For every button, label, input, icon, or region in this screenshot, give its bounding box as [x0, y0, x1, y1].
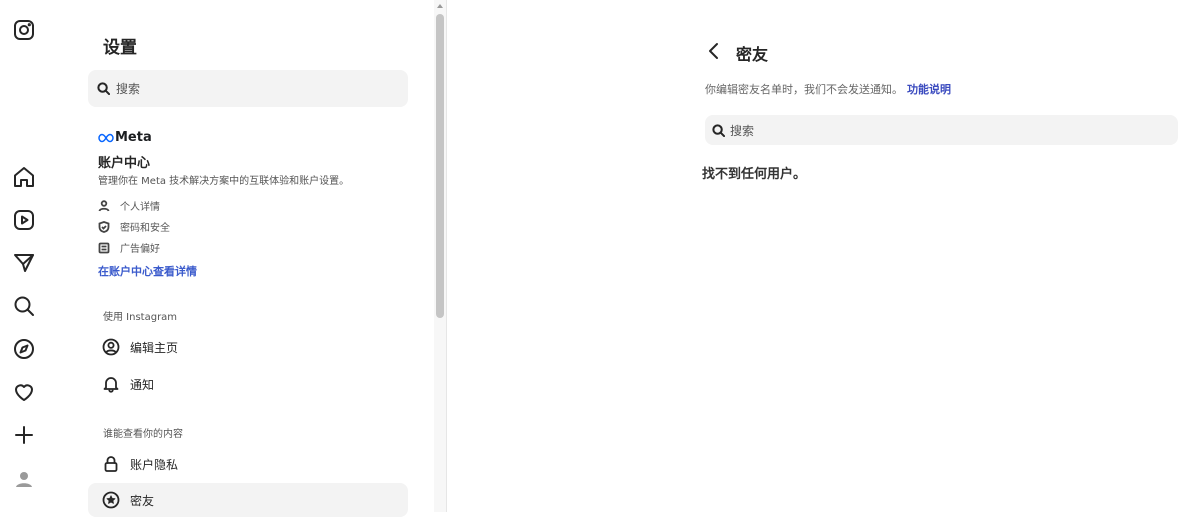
- section-heading-visibility: 谁能查看你的内容: [103, 429, 183, 440]
- settings-scrollbar[interactable]: [434, 0, 446, 512]
- profile-avatar-icon[interactable]: [12, 467, 36, 491]
- menu-item-label: 编辑主页: [130, 340, 179, 355]
- menu-item-label: 密友: [130, 493, 155, 508]
- info-text: 你编辑密友名单时，我们不会发送通知。: [705, 83, 903, 96]
- nav-rail: [0, 0, 48, 512]
- settings-search-placeholder: 搜索: [116, 82, 141, 96]
- close-friends-search-placeholder: 搜索: [730, 123, 755, 138]
- page-title: 密友: [736, 45, 769, 64]
- menu-item-notifications[interactable]: 通知: [88, 367, 408, 401]
- user-circle-icon: [102, 338, 120, 356]
- empty-state-text: 找不到任何用户。: [702, 167, 807, 182]
- menu-item-edit-profile[interactable]: 编辑主页: [88, 330, 408, 364]
- accounts-center-card[interactable]: Meta 账户中心 管理你在 Meta 技术解决方案中的互联体验和账户设置。 个…: [88, 118, 408, 290]
- close-friends-search-input[interactable]: 搜索: [705, 115, 1178, 145]
- info-text-row: 你编辑密友名单时，我们不会发送通知。 功能说明: [705, 81, 951, 97]
- menu-item-label: 账户隐私: [130, 457, 179, 472]
- reels-icon[interactable]: [12, 208, 36, 232]
- settings-title: 设置: [103, 38, 137, 58]
- shield-icon: [98, 220, 110, 233]
- chevron-left-icon: [709, 43, 718, 59]
- menu-item-label: 通知: [130, 377, 155, 392]
- bell-icon: [103, 377, 119, 393]
- search-icon[interactable]: [12, 294, 36, 318]
- panel-divider: [446, 0, 447, 512]
- accounts-center-item-label: 个人详情: [120, 202, 160, 213]
- meta-infinity-icon: [98, 133, 114, 142]
- lock-icon: [104, 456, 118, 472]
- settings-panel: 设置 搜索 Meta 账户中心 管理你在 Meta 技术解决方案中的互联体验和账…: [88, 0, 414, 517]
- ad-icon: [98, 242, 110, 253]
- messages-icon[interactable]: [12, 251, 36, 275]
- accounts-center-description: 管理你在 Meta 技术解决方案中的互联体验和账户设置。: [98, 176, 350, 187]
- accounts-center-item-label: 密码和安全: [120, 223, 170, 234]
- back-button[interactable]: [705, 40, 723, 62]
- explore-icon[interactable]: [12, 337, 36, 361]
- create-plus-icon[interactable]: [12, 423, 36, 447]
- meta-brand-text: Meta: [115, 130, 152, 145]
- scroll-up-arrow-icon[interactable]: [437, 4, 443, 8]
- heart-icon[interactable]: [12, 380, 36, 404]
- accounts-center-item-ad-preferences: 广告偏好: [98, 240, 160, 255]
- accounts-center-title: 账户中心: [98, 156, 151, 171]
- learn-more-link[interactable]: 功能说明: [907, 83, 951, 96]
- star-circle-icon: [102, 491, 120, 509]
- search-icon: [97, 82, 110, 95]
- accounts-center-item-password-security: 密码和安全: [98, 219, 170, 234]
- accounts-center-item-label: 广告偏好: [120, 244, 160, 255]
- meta-logo: Meta: [98, 130, 152, 145]
- instagram-logo-icon[interactable]: [12, 18, 36, 42]
- home-icon[interactable]: [12, 165, 36, 189]
- menu-item-account-privacy[interactable]: 账户隐私: [88, 447, 408, 481]
- search-icon: [712, 123, 725, 137]
- settings-search-input[interactable]: 搜索: [88, 70, 408, 107]
- accounts-center-item-personal-details: 个人详情: [98, 198, 160, 213]
- section-heading-using-instagram: 使用 Instagram: [103, 312, 178, 323]
- scrollbar-thumb[interactable]: [436, 14, 444, 318]
- person-icon: [98, 199, 110, 211]
- accounts-center-link[interactable]: 在账户中心查看详情: [98, 263, 197, 279]
